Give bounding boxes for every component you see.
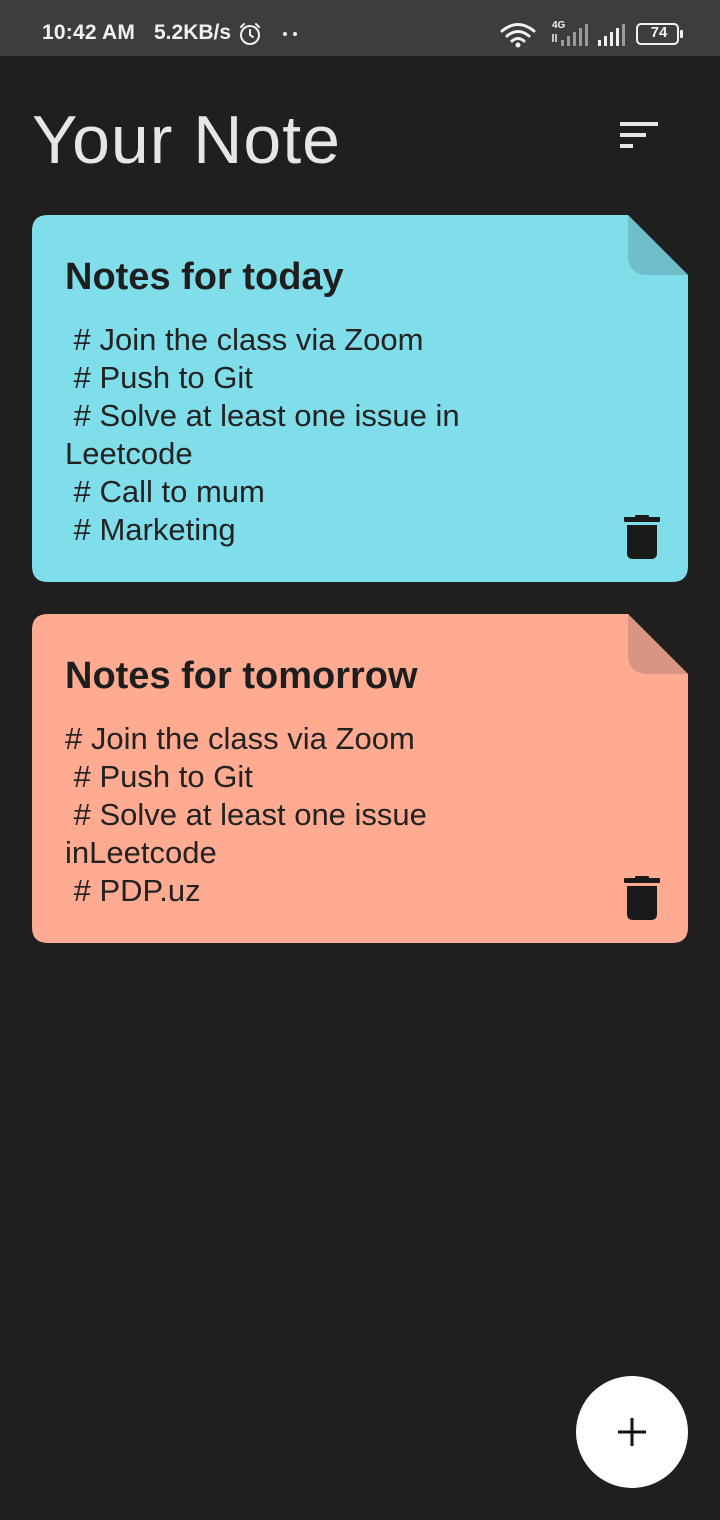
status-time: 10:42 AM xyxy=(42,21,136,44)
delete-note-button[interactable] xyxy=(622,515,662,559)
trash-icon xyxy=(624,876,660,920)
network-type-label: 4G xyxy=(552,20,566,31)
note-card-tomorrow[interactable]: Notes for tomorrow # Join the class via … xyxy=(32,614,688,943)
screen: 10:42 AM 5.2KB/s 4G 74 Your Note Notes f… xyxy=(0,0,720,1520)
note-card-fold xyxy=(628,614,688,674)
battery-level: 74 xyxy=(650,24,668,41)
trash-icon xyxy=(624,515,660,559)
note-card-today[interactable]: Notes for today # Join the class via Zoo… xyxy=(32,215,688,582)
dots-icon xyxy=(283,32,297,36)
add-note-button[interactable] xyxy=(576,1376,688,1488)
sort-icon xyxy=(620,122,658,148)
status-bar: 10:42 AM 5.2KB/s 4G 74 xyxy=(0,0,720,56)
network-speed: 5.2KB/s xyxy=(154,21,232,44)
note-title: Notes for today xyxy=(65,256,344,298)
note-card-fold xyxy=(628,215,688,275)
plus-icon xyxy=(618,1418,646,1446)
note-title: Notes for tomorrow xyxy=(65,655,418,697)
wifi-icon xyxy=(500,23,536,48)
sort-button[interactable] xyxy=(606,106,672,166)
signal-icon xyxy=(598,24,625,46)
signal-4g-icon: 4G xyxy=(552,20,588,46)
page-title: Your Note xyxy=(32,102,341,178)
delete-note-button[interactable] xyxy=(622,876,662,920)
alarm-icon xyxy=(240,23,260,45)
note-body: # Join the class via Zoom # Push to Git … xyxy=(65,322,460,547)
note-body: # Join the class via Zoom # Push to Git … xyxy=(65,721,427,908)
